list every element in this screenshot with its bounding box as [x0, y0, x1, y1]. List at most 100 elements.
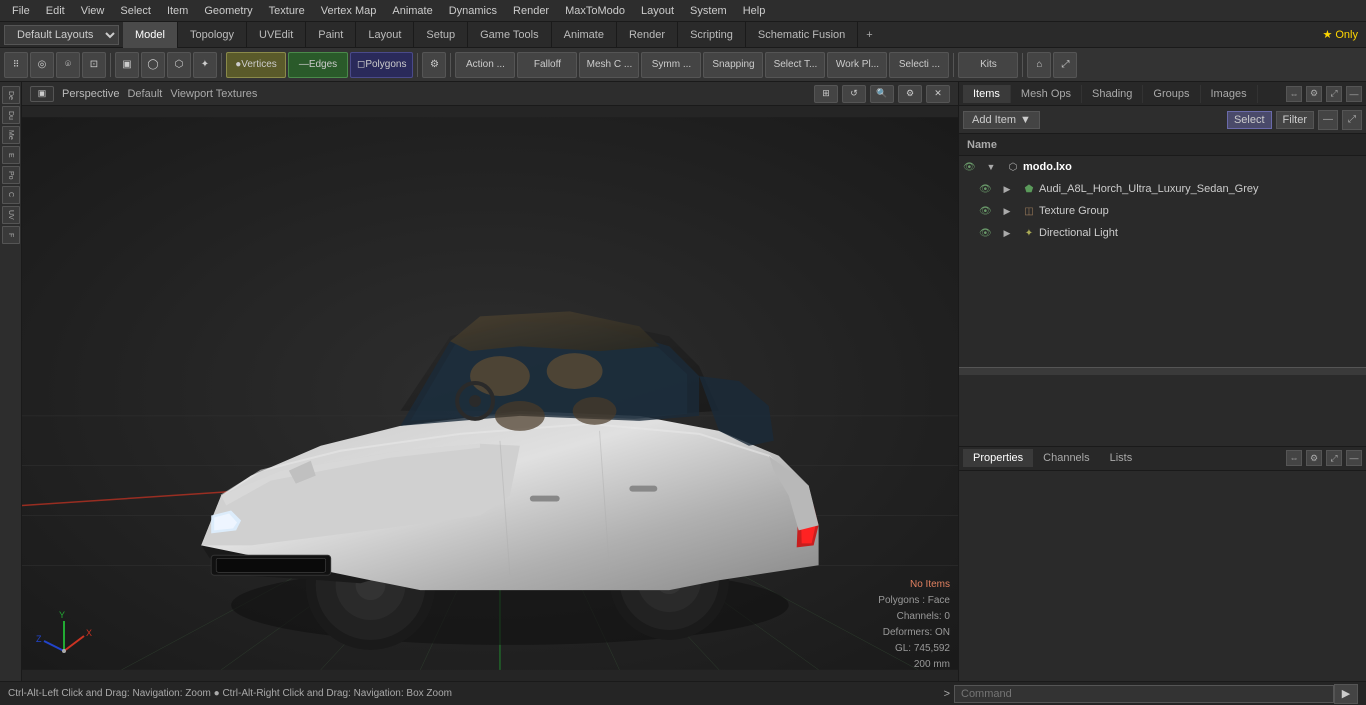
viewport-settings-icon[interactable]: ⚙ [898, 85, 922, 103]
tab-animate[interactable]: Animate [552, 22, 617, 48]
left-btn-6[interactable]: C [2, 186, 20, 204]
panel-close-btn[interactable]: — [1346, 86, 1362, 102]
command-run-button[interactable]: ▶ [1334, 684, 1358, 704]
viewport-close[interactable]: ✕ [926, 85, 950, 103]
props-tab-properties[interactable]: Properties [963, 449, 1033, 467]
menu-file[interactable]: File [4, 3, 38, 19]
toolbar-action[interactable]: Action ... [455, 52, 515, 78]
toolbar-selecti[interactable]: Selecti ... [889, 52, 949, 78]
viewport-toggle[interactable]: ▣ [30, 86, 54, 102]
toolbar-globe[interactable]: ◎ [30, 52, 54, 78]
items-horizontal-scroll[interactable] [959, 367, 1366, 375]
toolbar-work-plane[interactable]: Work Pl... [827, 52, 887, 78]
panel-collapse-btn[interactable]: ⇔ [1286, 86, 1302, 102]
menu-edit[interactable]: Edit [38, 3, 73, 19]
menu-animate[interactable]: Animate [384, 3, 440, 19]
menu-dynamics[interactable]: Dynamics [441, 3, 505, 19]
eye-icon-texture[interactable]: 👁 [979, 203, 995, 219]
toolbar-settings[interactable]: ⚙ [422, 52, 446, 78]
eye-icon-audi[interactable]: 👁 [979, 181, 995, 197]
panel-maximize-btn[interactable]: ⤢ [1326, 86, 1342, 102]
layout-star[interactable]: ★ Only [1314, 28, 1366, 41]
left-btn-7[interactable]: UV [2, 206, 20, 224]
viewport-search[interactable]: 🔍 [870, 85, 894, 103]
tab-setup[interactable]: Setup [414, 22, 468, 48]
props-tab-channels[interactable]: Channels [1033, 449, 1099, 467]
toolbar-edges[interactable]: ― Edges [288, 52, 348, 78]
left-btn-3[interactable]: Me [2, 126, 20, 144]
toolbar-home[interactable]: ⌂ [1027, 52, 1051, 78]
toolbar-box[interactable]: ▣ [115, 52, 139, 78]
tab-add[interactable]: + [858, 26, 880, 44]
toolbar-kits[interactable]: Kits [958, 52, 1018, 78]
props-maximize-btn[interactable]: ⤢ [1326, 450, 1342, 466]
panel-settings-btn[interactable]: ⚙ [1306, 86, 1322, 102]
tree-item-modo-lxo[interactable]: 👁 ▼ ⬡ modo.lxo [959, 156, 1366, 178]
left-btn-5[interactable]: Po [2, 166, 20, 184]
tab-schematic-fusion[interactable]: Schematic Fusion [746, 22, 858, 48]
left-btn-2[interactable]: Du [2, 106, 20, 124]
tab-model[interactable]: Model [123, 22, 178, 48]
panel-tab-groups[interactable]: Groups [1143, 85, 1200, 103]
panel-tab-mesh-ops[interactable]: Mesh Ops [1011, 85, 1082, 103]
tree-item-texture[interactable]: 👁 ▶ ◫ Texture Group [959, 200, 1366, 222]
toolbar-dots[interactable]: ⠿ [4, 52, 28, 78]
toolbar-select-mode[interactable]: ⊡ [82, 52, 106, 78]
layout-dropdown[interactable]: Default Layouts [4, 25, 119, 45]
toolbar-maximize[interactable]: ⤢ [1053, 52, 1077, 78]
toolbar-polygons[interactable]: ◻ Polygons [350, 52, 413, 78]
toolbar-mesh-c[interactable]: Mesh C ... [579, 52, 639, 78]
viewport-frame[interactable]: ⊞ [814, 85, 838, 103]
menu-geometry[interactable]: Geometry [196, 3, 260, 19]
tab-scripting[interactable]: Scripting [678, 22, 746, 48]
tab-layout[interactable]: Layout [356, 22, 414, 48]
props-collapse-btn[interactable]: ⇔ [1286, 450, 1302, 466]
toolbar-lasso[interactable]: ⌾ [56, 52, 80, 78]
toolbar-vertices[interactable]: ● Vertices [226, 52, 286, 78]
tab-topology[interactable]: Topology [178, 22, 247, 48]
toolbar-select-t[interactable]: Select T... [765, 52, 825, 78]
scroll-thumb[interactable] [959, 367, 1366, 375]
add-item-button[interactable]: Add Item ▼ [963, 111, 1040, 129]
plus-icon[interactable]: ▼ [983, 159, 999, 175]
arrow-icon-light[interactable]: ▶ [999, 225, 1015, 241]
panel-tab-shading[interactable]: Shading [1082, 85, 1143, 103]
menu-render[interactable]: Render [505, 3, 557, 19]
menu-view[interactable]: View [73, 3, 113, 19]
toolbar-circle-sel[interactable]: ◯ [141, 52, 165, 78]
left-btn-4[interactable]: E [2, 146, 20, 164]
left-btn-1[interactable]: De [2, 86, 20, 104]
eye-icon-modo[interactable]: 👁 [963, 159, 979, 175]
command-input[interactable] [954, 685, 1334, 703]
items-minus-btn[interactable]: — [1318, 110, 1338, 130]
toolbar-paint-sel[interactable]: ✦ [193, 52, 217, 78]
tab-game-tools[interactable]: Game Tools [468, 22, 552, 48]
props-tab-lists[interactable]: Lists [1100, 449, 1143, 467]
left-btn-8[interactable]: F [2, 226, 20, 244]
items-maximize-btn[interactable]: ⤢ [1342, 110, 1362, 130]
toolbar-symm[interactable]: Symm ... [641, 52, 701, 78]
items-filter-button[interactable]: Filter [1276, 111, 1314, 129]
menu-system[interactable]: System [682, 3, 735, 19]
tab-render[interactable]: Render [617, 22, 678, 48]
tree-item-light[interactable]: 👁 ▶ ✦ Directional Light [959, 222, 1366, 244]
tree-item-audi[interactable]: 👁 ▶ ⬟ Audi_A8L_Horch_Ultra_Luxury_Sedan_… [959, 178, 1366, 200]
panel-tab-items[interactable]: Items [963, 85, 1011, 103]
menu-select[interactable]: Select [112, 3, 159, 19]
menu-item[interactable]: Item [159, 3, 196, 19]
tab-uvedit[interactable]: UVEdit [247, 22, 306, 48]
viewport-canvas[interactable]: No Items Polygons : Face Channels: 0 Def… [22, 106, 958, 681]
menu-help[interactable]: Help [735, 3, 774, 19]
props-settings-btn[interactable]: ⚙ [1306, 450, 1322, 466]
toolbar-snapping[interactable]: Snapping [703, 52, 763, 78]
toolbar-ngon[interactable]: ⬡ [167, 52, 191, 78]
menu-maxtomode[interactable]: MaxToModo [557, 3, 633, 19]
tab-paint[interactable]: Paint [306, 22, 356, 48]
menu-texture[interactable]: Texture [261, 3, 313, 19]
eye-icon-light[interactable]: 👁 [979, 225, 995, 241]
items-select-button[interactable]: Select [1227, 111, 1272, 129]
menu-layout[interactable]: Layout [633, 3, 682, 19]
menu-vertex-map[interactable]: Vertex Map [313, 3, 385, 19]
viewport-refresh[interactable]: ↺ [842, 85, 866, 103]
arrow-icon-audi[interactable]: ▶ [999, 181, 1015, 197]
